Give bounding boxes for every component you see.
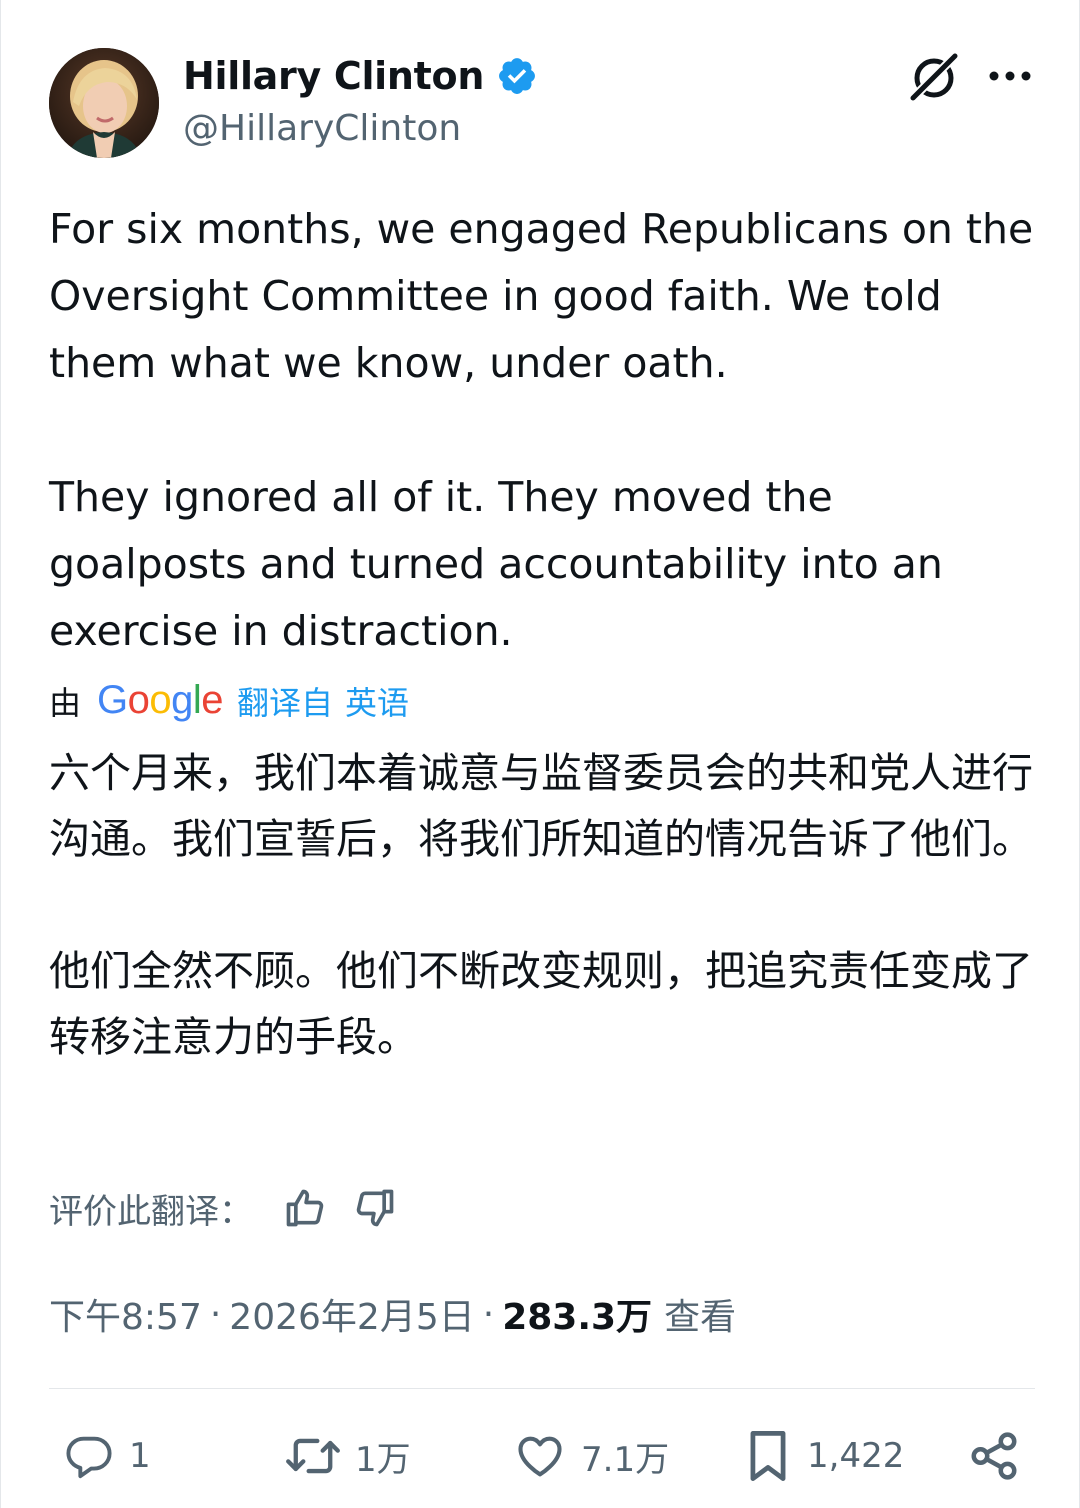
thumbs-up-icon[interactable]	[281, 1184, 329, 1232]
meta-separator: ·	[482, 1293, 495, 1335]
repost-count: 1万	[355, 1439, 411, 1480]
share-icon	[971, 1432, 1017, 1480]
repost-icon	[286, 1438, 340, 1474]
translated-by-prefix: 由	[49, 684, 82, 722]
reply-icon	[66, 1436, 112, 1479]
google-logo-letter: o	[127, 677, 150, 722]
more-options-icon[interactable]	[987, 62, 1033, 90]
like-button[interactable]: 7.1万	[513, 1428, 669, 1484]
grok-icon[interactable]	[905, 51, 963, 103]
views-count: 283.3万	[502, 1297, 653, 1338]
verified-badge-icon[interactable]	[496, 55, 538, 97]
divider	[49, 1388, 1035, 1389]
rate-translation-label: 评价此翻译：	[49, 1191, 253, 1232]
tweet-time[interactable]: 下午8:57	[49, 1288, 202, 1340]
tweet-detail-page: Hillary Clinton @HillaryClinton For six …	[0, 0, 1080, 1508]
thumbs-down-icon[interactable]	[351, 1184, 399, 1232]
google-logo-letter: e	[201, 677, 224, 722]
google-logo-letter: G	[97, 677, 128, 722]
tweet-paragraph: For six months, we engaged Republicans o…	[49, 205, 1034, 387]
translated-by-row: 由 Google 翻译自 英语	[49, 676, 409, 726]
tweet-paragraph: They ignored all of it. They moved the g…	[49, 473, 943, 655]
like-icon	[518, 1436, 562, 1477]
tweet-meta-row: 下午8:57 · 2026年2月5日 · 283.3万 查看	[49, 1286, 736, 1342]
avatar-image	[49, 48, 159, 158]
reply-count: 1	[129, 1436, 151, 1476]
like-count: 7.1万	[581, 1439, 670, 1480]
source-language-link[interactable]: 英语	[345, 678, 409, 724]
google-logo-letter: g	[171, 677, 193, 722]
display-name[interactable]: Hillary Clinton	[183, 54, 484, 98]
google-logo: Google	[97, 677, 224, 723]
bookmark-count: 1,422	[807, 1436, 905, 1476]
repost-button[interactable]: 1万	[285, 1428, 411, 1484]
share-button[interactable]	[967, 1428, 1021, 1484]
google-logo-letter: o	[149, 677, 172, 722]
translation-paragraph: 他们全然不顾。他们不断改变规则，把追究责任变成了转移注意力的手段。	[49, 947, 1033, 1061]
bookmark-button[interactable]: 1,422	[743, 1428, 904, 1484]
views-label: 查看	[664, 1297, 737, 1338]
avatar[interactable]	[49, 48, 159, 158]
reply-button[interactable]: 1	[63, 1428, 151, 1484]
handle[interactable]: @HillaryClinton	[183, 108, 538, 149]
author-block: Hillary Clinton @HillaryClinton	[183, 48, 538, 149]
bookmark-icon	[750, 1431, 786, 1481]
tweet-text: For six months, we engaged Republicans o…	[49, 196, 1039, 665]
rate-translation-row: 评价此翻译：	[49, 1180, 421, 1236]
display-name-row: Hillary Clinton	[183, 48, 538, 104]
tweet-date[interactable]: 2026年2月5日	[229, 1288, 474, 1340]
translation-paragraph: 六个月来，我们本着诚意与监督委员会的共和党人进行沟通。我们宣誓后，将我们所知道的…	[49, 749, 1033, 863]
translated-from-link[interactable]: 翻译自	[237, 678, 333, 724]
meta-separator: ·	[209, 1293, 222, 1335]
translation-text: 六个月来，我们本着诚意与监督委员会的共和党人进行沟通。我们宣誓后，将我们所知道的…	[49, 740, 1049, 1070]
